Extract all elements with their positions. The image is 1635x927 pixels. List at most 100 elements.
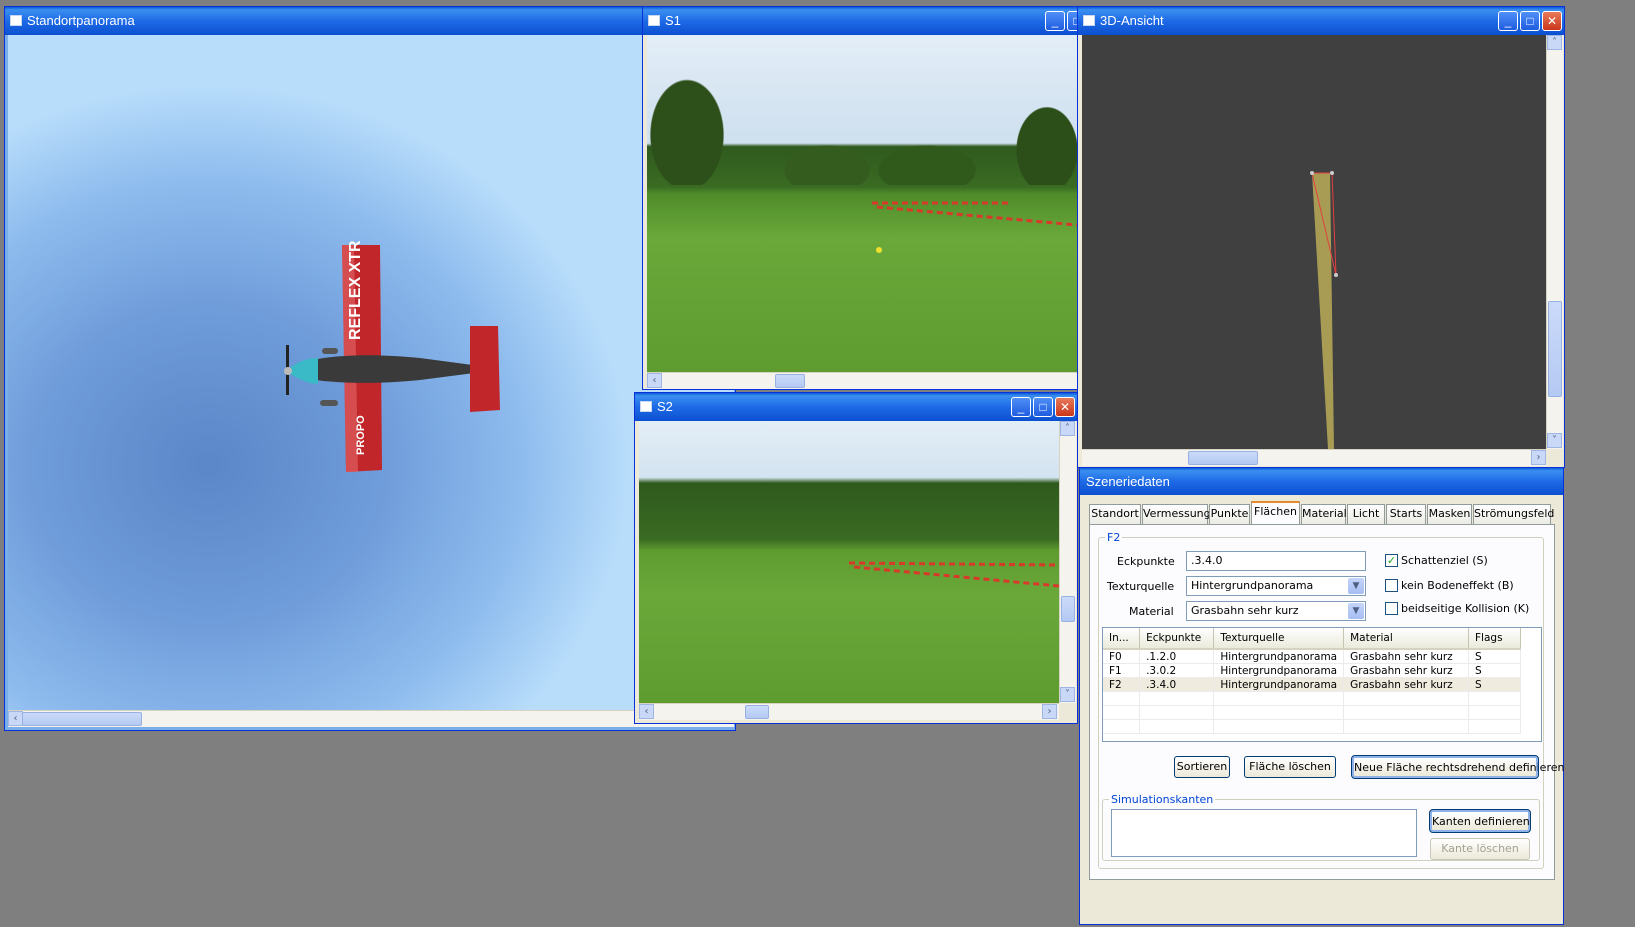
scroll-left-arrow[interactable]: ‹ [647, 373, 662, 388]
column-header[interactable]: Flags [1468, 628, 1521, 650]
scroll-thumb[interactable] [1548, 301, 1562, 397]
panorama-window: Standortpanorama REFLEX XTR PROPO ‹ [4, 6, 736, 731]
table-cell: Grasbahn sehr kurz [1343, 677, 1470, 692]
scroll-thumb[interactable] [1061, 596, 1075, 622]
texturquelle-select[interactable]: Hintergrundpanorama ▼ [1186, 576, 1366, 596]
view3d-hscroll[interactable]: › [1082, 449, 1546, 466]
delete-face-button[interactable]: Fläche löschen [1244, 756, 1336, 778]
sim-edges-label: Simulationskanten [1111, 793, 1214, 806]
window-title: 3D-Ansicht [1100, 13, 1164, 28]
scroll-thumb[interactable] [1188, 451, 1258, 465]
texturquelle-label: Texturquelle [1107, 580, 1175, 593]
scroll-down-arrow[interactable]: ˅ [1060, 687, 1075, 702]
table-cell: F0 [1103, 649, 1141, 664]
table-row-empty [1103, 705, 1521, 720]
column-header[interactable]: Material [1343, 628, 1470, 650]
material-label: Material [1129, 605, 1174, 618]
new-face-button[interactable]: Neue Fläche rechtsdrehend definieren [1351, 755, 1564, 779]
table-row[interactable]: F1 .3.0.2 Hintergrundpanorama Grasbahn s… [1103, 663, 1521, 678]
s1-hscroll[interactable]: ‹ [647, 372, 1077, 389]
window-title: S2 [657, 399, 673, 414]
table-cell: S [1468, 663, 1521, 678]
column-header[interactable]: In... [1103, 628, 1141, 650]
checkbox-kollision[interactable] [1385, 602, 1398, 615]
scroll-thumb[interactable] [775, 374, 805, 388]
sim-edges-list[interactable] [1111, 809, 1417, 857]
scroll-right-arrow[interactable]: › [1042, 704, 1057, 719]
scroll-thumb[interactable] [745, 705, 769, 719]
scenery-window: Szeneriedaten Standort Vermessung Punkte… [1079, 467, 1564, 925]
window-icon [640, 401, 652, 412]
checkbox-kollision-label: beidseitige Kollision (K) [1401, 602, 1530, 615]
minimize-button[interactable]: _ [1011, 397, 1031, 417]
minimize-button[interactable]: _ [1045, 11, 1065, 31]
tab-stroemungsfeld[interactable]: Strömungsfeld [1473, 504, 1554, 524]
scenery-title: Szeneriedaten [1086, 474, 1170, 489]
tab-standort[interactable]: Standort [1089, 504, 1141, 524]
s2-vscroll[interactable]: ˄ ˅ [1059, 421, 1076, 703]
faces-table: In... Eckpunkte Texturquelle Material Fl… [1103, 628, 1521, 734]
scroll-left-arrow[interactable]: ‹ [639, 704, 654, 719]
checkbox-schattenziel-label: Schattenziel (S) [1401, 554, 1488, 567]
scroll-thumb[interactable] [22, 712, 142, 726]
table-cell: Grasbahn sehr kurz [1343, 663, 1470, 678]
runway-markers [872, 201, 1077, 253]
scroll-up-arrow[interactable]: ˄ [1060, 421, 1075, 436]
panorama-hscroll[interactable]: ‹ [8, 710, 734, 727]
view3d-vscroll[interactable]: ˄ ˅ [1546, 35, 1563, 449]
aircraft-image: REFLEX XTR PROPO [284, 240, 500, 472]
s1-window: S1 _ □ ‹ [642, 6, 1087, 390]
s2-titlebar[interactable]: S2 _ □ ✕ [635, 393, 1077, 421]
table-cell: Hintergrundpanorama [1213, 677, 1345, 692]
material-select[interactable]: Grasbahn sehr kurz ▼ [1186, 601, 1366, 621]
dropdown-arrow-icon[interactable]: ▼ [1348, 578, 1364, 594]
scroll-left-arrow[interactable]: ‹ [8, 711, 23, 726]
window-icon [648, 15, 660, 26]
s1-photo[interactable] [647, 35, 1077, 373]
s2-photo[interactable] [639, 421, 1059, 703]
maximize-button[interactable]: □ [1033, 397, 1053, 417]
tab-flaechen[interactable]: Flächen [1251, 501, 1300, 525]
tab-licht[interactable]: Licht [1347, 504, 1385, 524]
view3d-viewport[interactable] [1082, 35, 1548, 449]
define-edges-button[interactable]: Kanten definieren [1429, 809, 1531, 833]
table-header-row: In... Eckpunkte Texturquelle Material Fl… [1103, 628, 1521, 650]
wing-text-reflex: REFLEX XTR [347, 240, 364, 340]
tab-masken[interactable]: Masken [1427, 504, 1472, 524]
scroll-down-arrow[interactable]: ˅ [1547, 433, 1562, 448]
eckpunkte-label: Eckpunkte [1117, 555, 1175, 568]
table-cell: Hintergrundpanorama [1213, 663, 1345, 678]
column-header[interactable]: Texturquelle [1213, 628, 1345, 650]
dropdown-arrow-icon[interactable]: ▼ [1348, 603, 1364, 619]
table-row[interactable]: F0 .1.2.0 Hintergrundpanorama Grasbahn s… [1103, 649, 1521, 664]
close-button[interactable]: ✕ [1542, 11, 1562, 31]
scroll-right-arrow[interactable]: › [1531, 450, 1546, 465]
column-header[interactable]: Eckpunkte [1139, 628, 1215, 650]
window-icon [1083, 15, 1095, 26]
checkbox-bodeneffekt[interactable] [1385, 579, 1398, 592]
eckpunkte-input[interactable]: .3.4.0 [1186, 551, 1366, 571]
scenery-tabs: Standort Vermessung Punkte Flächen Mater… [1089, 501, 1557, 525]
tab-vermessung[interactable]: Vermessung [1142, 504, 1211, 524]
view3d-titlebar[interactable]: 3D-Ansicht _ □ ✕ [1078, 7, 1564, 35]
tab-starts[interactable]: Starts [1386, 504, 1426, 524]
table-cell: S [1468, 677, 1521, 692]
minimize-button[interactable]: _ [1498, 11, 1518, 31]
sort-button[interactable]: Sortieren [1174, 756, 1230, 778]
scenery-titlebar[interactable]: Szeneriedaten [1080, 468, 1563, 495]
face-group-label: F2 [1107, 531, 1121, 544]
panorama-viewport[interactable]: REFLEX XTR PROPO [8, 35, 734, 710]
s2-hscroll[interactable]: ‹ › [639, 703, 1059, 720]
table-cell: F2 [1103, 677, 1141, 692]
table-cell: Grasbahn sehr kurz [1343, 649, 1470, 664]
table-row-selected[interactable]: F2 .3.4.0 Hintergrundpanorama Grasbahn s… [1103, 677, 1521, 692]
maximize-button[interactable]: □ [1520, 11, 1540, 31]
tab-material[interactable]: Material [1301, 504, 1347, 524]
tab-punkte[interactable]: Punkte [1209, 504, 1250, 524]
panorama-titlebar[interactable]: Standortpanorama [5, 7, 735, 35]
scroll-up-arrow[interactable]: ˄ [1547, 35, 1562, 50]
checkbox-schattenziel[interactable]: ✓ [1385, 554, 1398, 567]
texturquelle-value: Hintergrundpanorama [1191, 579, 1314, 592]
s1-titlebar[interactable]: S1 _ □ [643, 7, 1087, 35]
close-button[interactable]: ✕ [1055, 397, 1075, 417]
